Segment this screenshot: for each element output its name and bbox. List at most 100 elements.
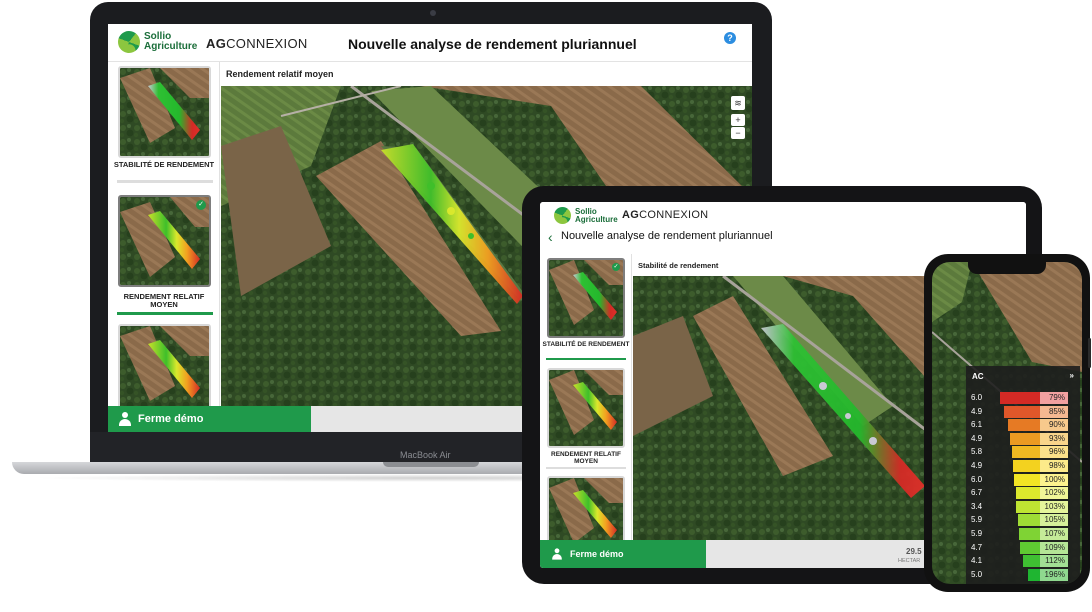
legend-row: 5.0 196% bbox=[966, 568, 1080, 582]
sollio-logo[interactable]: Sollio Agriculture bbox=[554, 207, 618, 224]
page-title: Nouvelle analyse de rendement pluriannue… bbox=[561, 230, 773, 242]
device-mockup-stage: MacBook Air Sollio Agriculture AGCONNEXI… bbox=[0, 0, 1092, 612]
farm-name: Ferme démo bbox=[138, 413, 204, 425]
agconnexion-logo[interactable]: AGCONNEXION bbox=[622, 209, 708, 221]
check-icon: ✓ bbox=[196, 200, 206, 210]
legend-ac-value: 6.0 bbox=[971, 474, 983, 484]
legend-row: 6.0 79% bbox=[966, 392, 1080, 405]
legend-row: 5.9 105% bbox=[966, 514, 1080, 527]
legend-color-bar bbox=[1007, 419, 1040, 432]
legend-percent: 112% bbox=[1040, 555, 1068, 568]
legend-color-bar bbox=[1012, 460, 1040, 472]
person-icon bbox=[118, 412, 132, 426]
thumb-underline-active bbox=[117, 312, 213, 315]
legend-ac-value: 4.9 bbox=[971, 461, 983, 470]
legend-color-bar bbox=[1022, 555, 1040, 568]
legend-percent: 102% bbox=[1040, 487, 1068, 500]
legend-percent: 79% bbox=[1040, 392, 1068, 404]
phone-notch bbox=[968, 262, 1046, 274]
help-icon[interactable]: ? bbox=[724, 32, 736, 44]
legend-row: 6.7 102% bbox=[966, 487, 1080, 500]
logo-line-2: Agriculture bbox=[144, 41, 198, 52]
legend-color-bar bbox=[1004, 405, 1040, 418]
farm-name: Ferme démo bbox=[570, 549, 624, 559]
legend-row: 3.4 103% bbox=[966, 500, 1080, 514]
device-label: MacBook Air bbox=[400, 450, 451, 460]
camera-icon bbox=[430, 10, 436, 16]
area-value: 29.5 bbox=[906, 547, 922, 556]
legend-color-bar bbox=[1000, 392, 1040, 404]
agconnexion-logo[interactable]: AGCONNEXION bbox=[206, 36, 308, 51]
legend-color-bar bbox=[1016, 500, 1040, 513]
legend-row: 6.0 100% bbox=[966, 473, 1080, 487]
thumb-label: STABILITÉ DE RENDEMENT bbox=[542, 341, 630, 348]
legend-row: 4.9 85% bbox=[966, 405, 1080, 419]
laptop-notch bbox=[383, 462, 479, 467]
sollio-logo-icon bbox=[554, 207, 571, 224]
legend-color-bar bbox=[1011, 446, 1040, 459]
legend-percent: 105% bbox=[1040, 514, 1068, 527]
tablet-header: Sollio Agriculture AGCONNEXION ‹ Nouvell… bbox=[540, 202, 1026, 254]
collapse-icon[interactable]: » bbox=[1070, 371, 1074, 380]
thumb-label: STABILITÉ DE RENDEMENT bbox=[113, 160, 215, 169]
thumb-underline bbox=[117, 180, 213, 183]
area-unit: HECTAR bbox=[898, 558, 921, 564]
legend-row: 4.9 98% bbox=[966, 460, 1080, 473]
legend-row: 5.8 96% bbox=[966, 446, 1080, 459]
legend-ac-value: 5.9 bbox=[971, 529, 983, 538]
check-icon: ✓ bbox=[612, 263, 620, 271]
legend-color-bar bbox=[1014, 473, 1040, 486]
thumb-stabilite[interactable] bbox=[118, 66, 211, 158]
thumbnail-map bbox=[120, 326, 209, 406]
legend-ac-value: 4.9 bbox=[971, 433, 983, 443]
legend-percent: 107% bbox=[1040, 528, 1068, 540]
thumbnail-map bbox=[549, 478, 623, 540]
legend-ac-value: 4.9 bbox=[971, 406, 983, 416]
analysis-sidebar: ✓ STABILITÉ DE RENDEMENT RENDEMENT RELAT… bbox=[540, 254, 632, 540]
legend-percent: 103% bbox=[1040, 500, 1068, 513]
legend-ac-value: 6.0 bbox=[971, 393, 983, 402]
legend-row: 4.7 109% bbox=[966, 541, 1080, 555]
thumbnail-map bbox=[549, 260, 623, 336]
sollio-logo-icon bbox=[118, 31, 140, 53]
legend-ac-value: 4.1 bbox=[971, 556, 983, 566]
panel-title: Stabilité de rendement bbox=[638, 261, 719, 270]
app-header: Sollio Agriculture AGCONNEXION Nouvelle … bbox=[108, 24, 752, 62]
legend-ac-value: 6.1 bbox=[971, 420, 983, 430]
zoom-out-button[interactable]: − bbox=[731, 127, 745, 139]
thumb-rendement[interactable] bbox=[547, 368, 625, 448]
thumb-label: RENDEMENT RELATIF MOYEN bbox=[123, 292, 205, 309]
analysis-sidebar: STABILITÉ DE RENDEMENT ✓ RENDEMENT RELAT… bbox=[108, 62, 220, 406]
person-icon bbox=[551, 548, 562, 560]
layers-icon[interactable]: ≋ bbox=[731, 96, 745, 110]
thumbnail-map bbox=[120, 197, 209, 285]
legend-percent: 196% bbox=[1040, 568, 1068, 581]
thumb-third[interactable] bbox=[118, 324, 211, 406]
legend-percent: 96% bbox=[1040, 446, 1068, 459]
phone-screen: AC » 6.0 79% 4.9 85% 6.1 90% 4.9 93% 5.8 96% 4.9 98… bbox=[932, 262, 1082, 584]
legend-color-bar bbox=[1009, 432, 1040, 445]
legend-ac-value: 3.4 bbox=[971, 501, 983, 511]
thumb-stabilite[interactable]: ✓ bbox=[547, 258, 625, 338]
thumb-third[interactable] bbox=[547, 476, 625, 540]
zoom-in-button[interactable]: + bbox=[731, 114, 745, 126]
panel-title: Rendement relatif moyen bbox=[226, 69, 334, 79]
legend-color-bar bbox=[1017, 514, 1040, 527]
legend-row: 6.1 90% bbox=[966, 419, 1080, 432]
thumb-rendement[interactable]: ✓ bbox=[118, 195, 211, 287]
farm-selector[interactable]: Ferme démo bbox=[540, 540, 706, 568]
logo-line-2: Agriculture bbox=[575, 214, 618, 224]
legend-header: AC bbox=[972, 372, 984, 381]
legend-percent: 100% bbox=[1040, 473, 1068, 486]
legend-row: 4.1 112% bbox=[966, 555, 1080, 568]
legend-row: 4.9 93% bbox=[966, 432, 1080, 446]
legend-percent: 85% bbox=[1040, 405, 1068, 418]
sollio-logo[interactable]: Sollio Agriculture bbox=[118, 31, 197, 53]
phone-side-button bbox=[1088, 338, 1091, 368]
legend-ac-value: 5.0 bbox=[971, 569, 983, 579]
farm-selector[interactable]: Ferme démo bbox=[108, 406, 311, 432]
back-button[interactable]: ‹ bbox=[548, 229, 553, 245]
legend-ac-value: 4.7 bbox=[971, 542, 983, 552]
thumb-label: RENDEMENT RELATIF MOYEN bbox=[551, 451, 621, 465]
legend-color-bar bbox=[1015, 487, 1040, 500]
